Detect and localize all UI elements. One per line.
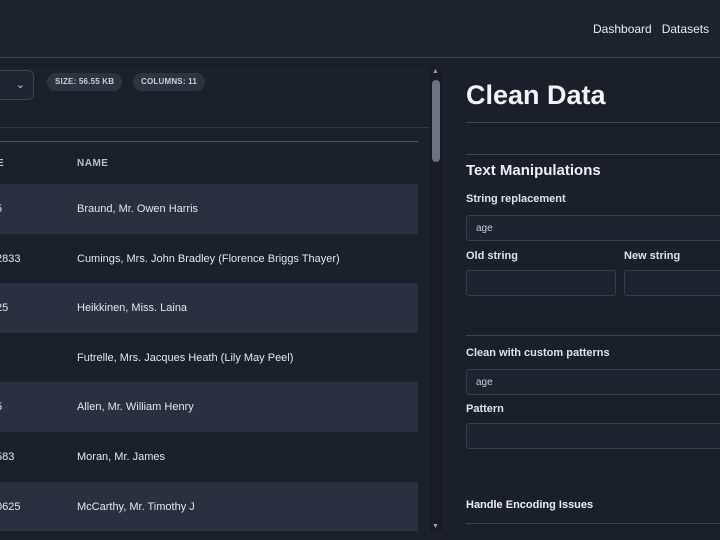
table-header: E NAME	[0, 142, 418, 184]
encoding-issues-heading: Handle Encoding Issues	[466, 499, 594, 511]
divider	[466, 335, 720, 336]
old-string-input[interactable]	[466, 270, 616, 296]
table-cell-name: Futrelle, Mrs. Jacques Heath (Lily May P…	[77, 351, 294, 364]
table-cell-name: Moran, Mr. James	[77, 450, 166, 463]
table-cell-name: Heikkinen, Miss. Laina	[77, 302, 188, 315]
table-toolbar: ⌄ SIZE: 56.55 KB COLUMNS: 11	[0, 66, 430, 128]
scrollbar-thumb[interactable]	[432, 80, 440, 162]
string-replacement-label: String replacement	[466, 193, 566, 205]
table-cell-name: Allen, Mr. William Henry	[77, 401, 194, 414]
custom-patterns-label: Clean with custom patterns	[466, 347, 610, 359]
new-string-input[interactable]	[624, 270, 720, 296]
pattern-input[interactable]	[466, 423, 720, 449]
top-navbar: Dashboard Datasets E	[0, 0, 720, 58]
table-cell: 5	[0, 203, 66, 215]
table-row[interactable]: 583 Moran, Mr. James	[0, 432, 418, 482]
dataset-select[interactable]: ⌄	[0, 70, 34, 100]
pattern-label: Pattern	[466, 403, 504, 415]
nav-dashboard-link[interactable]: Dashboard	[593, 22, 652, 36]
table-cell: 25	[0, 302, 9, 315]
data-table: E NAME 5 Braund, Mr. Owen Harris 2833 Cu…	[0, 141, 418, 532]
table-scrollbar[interactable]: ▲ ▼	[429, 66, 443, 532]
column-header-partial[interactable]: E	[0, 158, 4, 169]
column-header-name[interactable]: NAME	[77, 158, 108, 169]
size-badge: SIZE: 56.55 KB	[47, 73, 123, 91]
old-string-label: Old string	[466, 250, 518, 262]
table-cell: 5	[0, 401, 66, 413]
string-replacement-column-select[interactable]: age	[466, 215, 720, 241]
text-manipulations-heading: Text Manipulations	[466, 162, 601, 179]
table-row[interactable]: 5 Braund, Mr. Owen Harris	[0, 184, 418, 234]
table-row[interactable]: 5 Allen, Mr. William Henry	[0, 382, 418, 432]
top-nav-links: Dashboard Datasets E	[593, 22, 720, 36]
table-row[interactable]: 2833 Cumings, Mrs. John Bradley (Florenc…	[0, 234, 418, 284]
data-preview-panel: ⌄ SIZE: 56.55 KB COLUMNS: 11 E NAME 5 Br…	[0, 66, 443, 540]
clean-data-panel: Clean Data Text Manipulations String rep…	[443, 58, 720, 540]
table-cell-name: McCarthy, Mr. Timothy J	[77, 500, 195, 513]
scroll-up-arrow-icon[interactable]: ▲	[432, 68, 439, 75]
columns-badge: COLUMNS: 11	[133, 73, 205, 91]
scroll-down-arrow-icon[interactable]: ▼	[432, 523, 439, 530]
divider	[466, 154, 720, 155]
table-row[interactable]: Futrelle, Mrs. Jacques Heath (Lily May P…	[0, 333, 418, 383]
divider	[466, 523, 720, 524]
table-cell-name: Braund, Mr. Owen Harris	[77, 203, 199, 215]
table-row[interactable]: 25 Heikkinen, Miss. Laina	[0, 283, 418, 333]
page-title: Clean Data	[466, 80, 606, 110]
chevron-down-icon: ⌄	[15, 79, 25, 91]
table-cell: 583	[0, 450, 15, 463]
custom-patterns-column-select[interactable]: age	[466, 369, 720, 395]
table-cell-name: Cumings, Mrs. John Bradley (Florence Bri…	[77, 252, 340, 265]
table-cell: 0625	[0, 500, 21, 513]
table-cell: 2833	[0, 252, 21, 265]
divider	[466, 122, 720, 123]
nav-datasets-link[interactable]: Datasets	[662, 22, 709, 36]
new-string-label: New string	[624, 250, 681, 262]
table-row[interactable]: 0625 McCarthy, Mr. Timothy J	[0, 481, 418, 532]
